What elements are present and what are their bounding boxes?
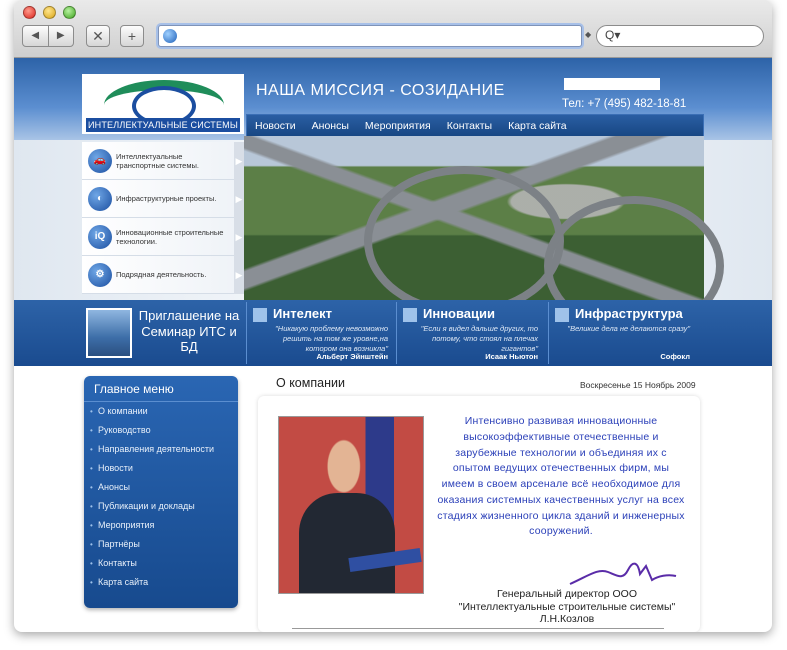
nav-news[interactable]: Новости xyxy=(247,115,304,137)
close-window-button[interactable] xyxy=(23,6,36,19)
quote-intellect[interactable]: Интелект "Никакую проблему невозможно ре… xyxy=(246,302,394,364)
quote-innovation[interactable]: Инновации "Если я видел дальше других, т… xyxy=(396,302,544,364)
main-menu-title: Главное меню xyxy=(84,376,238,402)
service-label: Инфраструктурные проекты. xyxy=(116,194,217,204)
service-item-transport[interactable]: 🚗 Интеллектуальные транспортные системы.… xyxy=(82,142,244,180)
main-menu: Главное меню О компании Руководство Напр… xyxy=(84,376,238,608)
quote-title: Инновации xyxy=(423,306,496,321)
signer-name: Л.Н.Козлов xyxy=(539,613,595,626)
divider xyxy=(292,628,664,629)
bridge-image xyxy=(86,308,132,358)
chevron-right-icon: ▶ xyxy=(234,180,244,218)
seminar-invite[interactable]: Приглашение на Семинар ИТС и БД xyxy=(82,302,244,364)
browser-window: ◀ ▶ ✕ + ◆ Q▾ ИНТЕЛЛЕКТУАЛЬНЫЕ СИСТЕМЫ НА… xyxy=(14,0,772,632)
search-icon: Q▾ xyxy=(605,28,621,42)
minimize-window-button[interactable] xyxy=(43,6,56,19)
quote-author: Исаак Ньютон xyxy=(485,352,538,361)
service-label: Интеллектуальные транспортные системы. xyxy=(116,151,199,170)
chevron-right-icon: ▶ xyxy=(234,142,244,180)
chevron-right-icon: ▶ xyxy=(234,256,244,294)
about-card: Интенсивно развивая инновационные высоко… xyxy=(258,396,700,632)
logo-text: ИНТЕЛЛЕКТУАЛЬНЫЕ СИСТЕМЫ xyxy=(86,118,240,132)
quote-author: Софокл xyxy=(660,352,690,361)
nav-sitemap[interactable]: Карта сайта xyxy=(500,115,575,137)
signer-block: Генеральный директор ООО "Интеллектуальн… xyxy=(442,588,692,626)
service-nav: 🚗 Интеллектуальные транспортные системы.… xyxy=(82,142,244,300)
service-label: Инновационные строительные технологии. xyxy=(116,227,224,246)
zoom-window-button[interactable] xyxy=(63,6,76,19)
menu-item-partners[interactable]: Партнёры xyxy=(84,535,238,554)
nav-contacts[interactable]: Контакты xyxy=(439,115,500,137)
stepper-icon[interactable]: ◆ xyxy=(585,30,591,39)
infrastructure-icon: ◐ xyxy=(88,187,112,211)
menu-item-about[interactable]: О компании xyxy=(84,402,238,421)
gears-icon: ⚙ xyxy=(88,263,112,287)
globe-icon xyxy=(163,29,177,43)
new-tab-button[interactable]: + xyxy=(120,25,144,47)
site-logo[interactable]: ИНТЕЛЛЕКТУАЛЬНЫЕ СИСТЕМЫ xyxy=(82,74,244,134)
menu-item-publications[interactable]: Публикации и доклады xyxy=(84,497,238,516)
seminar-invite-text: Приглашение на Семинар ИТС и БД xyxy=(138,308,240,355)
quote-title: Инфраструктура xyxy=(575,306,683,321)
chevron-right-icon: ▶ xyxy=(234,218,244,256)
menu-item-sitemap[interactable]: Карта сайта xyxy=(84,573,238,592)
browser-toolbar: ◀ ▶ ✕ + ◆ Q▾ xyxy=(14,0,772,58)
quote-text: "Если я видел дальше других, то потому, … xyxy=(420,324,538,353)
about-text: Интенсивно развивая инновационные высоко… xyxy=(437,415,685,538)
web-page: ИНТЕЛЛЕКТУАЛЬНЫЕ СИСТЕМЫ НАША МИССИЯ - С… xyxy=(14,58,772,632)
menu-item-management[interactable]: Руководство xyxy=(84,421,238,440)
search-field[interactable]: Q▾ xyxy=(596,25,764,47)
road-ramp xyxy=(364,166,564,316)
history-buttons: ◀ ▶ xyxy=(22,25,74,47)
grid-icon xyxy=(555,308,569,322)
header-search-input[interactable] xyxy=(564,78,660,90)
mission-slogan: НАША МИССИЯ - СОЗИДАНИЕ xyxy=(256,82,505,99)
quote-infrastructure[interactable]: Инфраструктура "Великие дела не делаются… xyxy=(548,302,696,364)
address-bar[interactable] xyxy=(158,25,582,47)
car-icon: 🚗 xyxy=(88,149,112,173)
menu-item-directions[interactable]: Направления деятельности xyxy=(84,440,238,459)
quote-title: Интелект xyxy=(273,306,332,321)
quote-text: "Великие дела не делаются сразу" xyxy=(567,324,690,333)
nav-events[interactable]: Мероприятия xyxy=(357,115,439,137)
menu-item-news[interactable]: Новости xyxy=(84,459,238,478)
quote-author: Альберт Эйнштейн xyxy=(316,352,388,361)
nav-announcements[interactable]: Анонсы xyxy=(304,115,357,137)
service-item-infrastructure[interactable]: ◐ Инфраструктурные проекты. ▶ xyxy=(82,180,244,218)
forward-button[interactable]: ▶ xyxy=(49,26,74,46)
briefcase-icon xyxy=(403,308,417,322)
service-item-technologies[interactable]: iQ Инновационные строительные технологии… xyxy=(82,218,244,256)
back-button[interactable]: ◀ xyxy=(23,26,49,46)
hero-photo-interchange xyxy=(244,136,724,336)
signer-company: "Интеллектуальные строительные системы" xyxy=(458,600,676,613)
signature-image xyxy=(569,562,677,585)
page-title: О компании xyxy=(276,376,345,390)
top-nav: Новости Анонсы Мероприятия Контакты Карт… xyxy=(246,114,704,138)
menu-item-events[interactable]: Мероприятия xyxy=(84,516,238,535)
service-label: Подрядная деятельность. xyxy=(116,270,207,280)
menu-item-contacts[interactable]: Контакты xyxy=(84,554,238,573)
current-date: Воскресенье 15 Ноябрь 2009 xyxy=(580,380,696,390)
bars-icon xyxy=(253,308,267,322)
service-item-contracting[interactable]: ⚙ Подрядная деятельность. ▶ xyxy=(82,256,244,294)
stop-button[interactable]: ✕ xyxy=(86,25,110,47)
quote-text: "Никакую проблему невозможно решить на т… xyxy=(275,324,388,353)
phone-number: Тел: +7 (495) 482-18-81 xyxy=(562,98,687,110)
suit-shape xyxy=(299,493,395,593)
iq-icon: iQ xyxy=(88,225,112,249)
director-photo xyxy=(278,416,424,594)
menu-item-announcements[interactable]: Анонсы xyxy=(84,478,238,497)
signer-position: Генеральный директор ООО xyxy=(496,588,638,600)
